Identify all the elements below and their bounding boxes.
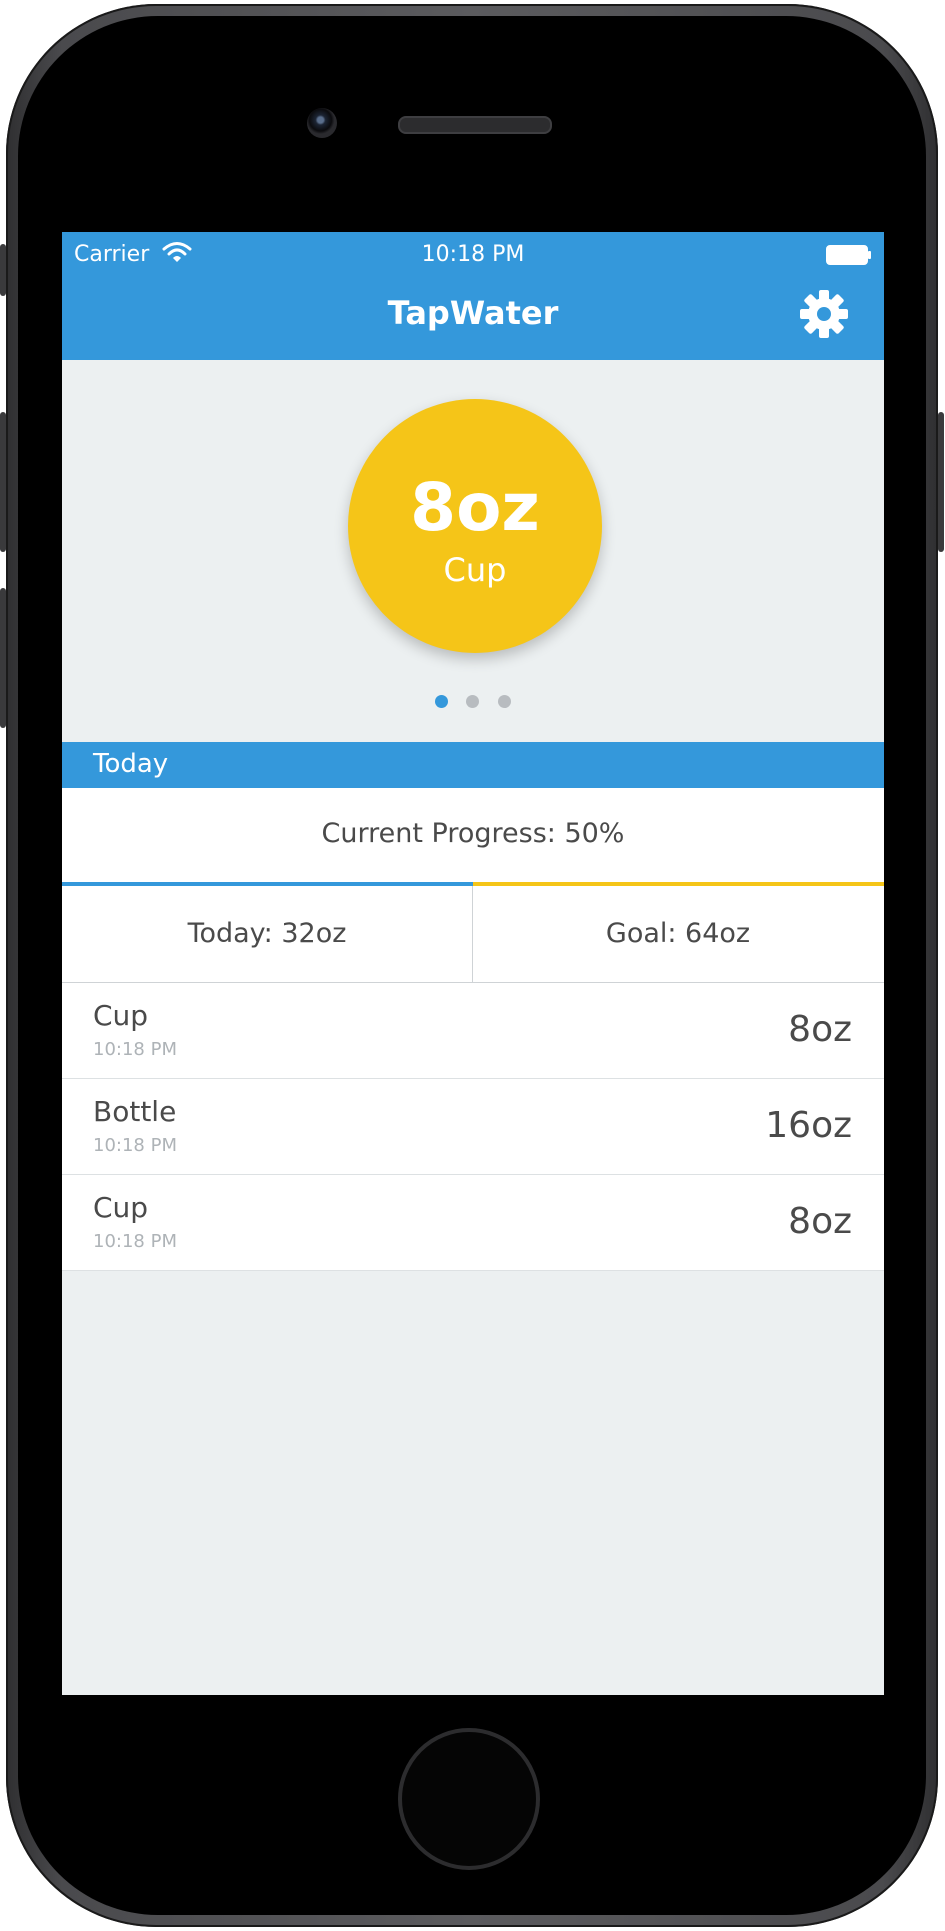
- log-item-amount: 8oz: [788, 1201, 852, 1242]
- volume-down-button: [0, 588, 6, 728]
- power-button: [938, 412, 944, 552]
- bubble-amount: 8oz: [410, 469, 540, 546]
- log-item-time: 10:18 PM: [93, 1231, 177, 1252]
- daily-goal: Goal: 64oz: [605, 918, 751, 949]
- battery-icon: [826, 245, 871, 265]
- earpiece-speaker: [398, 116, 552, 134]
- today-total: Today: 32oz: [187, 918, 347, 949]
- stats-row: Today: 32oz Goal: 64oz: [62, 886, 884, 983]
- section-header: Today: [62, 742, 884, 788]
- mute-switch: [0, 244, 6, 296]
- log-item[interactable]: Cup 10:18 PM 8oz: [62, 1175, 884, 1271]
- page-dot[interactable]: [466, 695, 479, 708]
- log-item-name: Bottle: [93, 1095, 177, 1128]
- navigation-bar: Carrier 10:18 PM TapWater: [62, 232, 884, 360]
- status-time: 10:18 PM: [421, 242, 525, 267]
- add-cup-button[interactable]: 8oz Cup: [348, 399, 602, 653]
- home-button[interactable]: [398, 1728, 540, 1870]
- bubble-label: Cup: [443, 551, 507, 589]
- progress-label: Current Progress: 50%: [321, 818, 625, 849]
- log-item-amount: 16oz: [765, 1105, 852, 1146]
- gear-icon[interactable]: [798, 288, 850, 340]
- log-item-name: Cup: [93, 1191, 149, 1224]
- log-item[interactable]: Bottle 10:18 PM 16oz: [62, 1079, 884, 1175]
- log-item-name: Cup: [93, 999, 149, 1032]
- log-item-amount: 8oz: [788, 1009, 852, 1050]
- log-item-time: 10:18 PM: [93, 1039, 177, 1060]
- log-item-time: 10:18 PM: [93, 1135, 177, 1156]
- page-dot[interactable]: [498, 695, 511, 708]
- intake-log: Cup 10:18 PM 8oz Bottle 10:18 PM 16oz Cu…: [62, 983, 884, 1271]
- front-camera: [307, 108, 337, 138]
- app-title: TapWater: [387, 294, 559, 332]
- volume-up-button: [0, 412, 6, 552]
- section-title: Today: [93, 749, 169, 779]
- app-screen: Carrier 10:18 PM TapWater 8oz Cup Today …: [62, 232, 884, 1695]
- log-item[interactable]: Cup 10:18 PM 8oz: [62, 983, 884, 1079]
- page-dot[interactable]: [435, 695, 448, 708]
- progress-row: Current Progress: 50%: [62, 788, 884, 882]
